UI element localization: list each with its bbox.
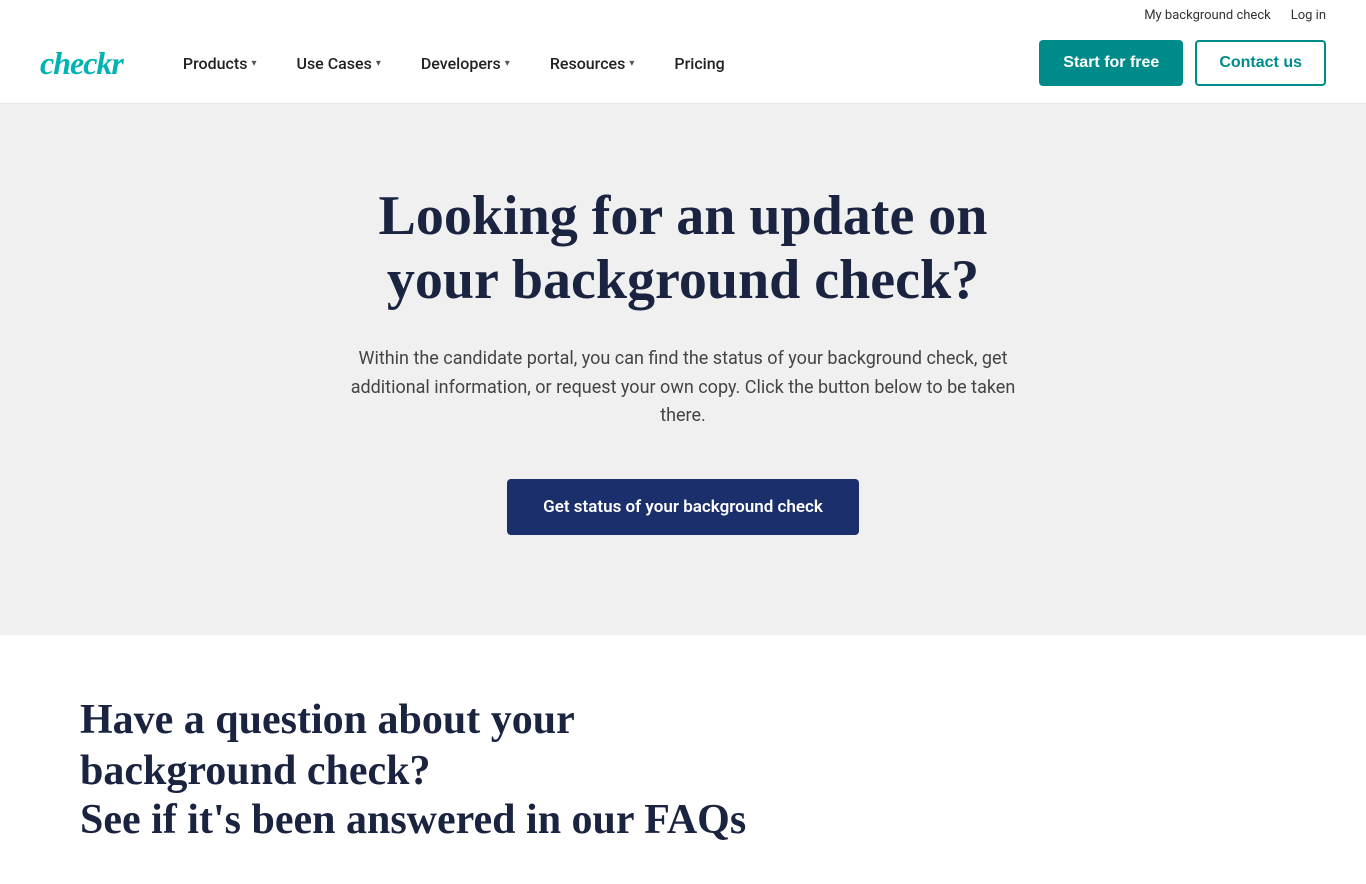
header-actions: Start for free Contact us bbox=[1039, 40, 1326, 86]
contact-us-button[interactable]: Contact us bbox=[1195, 40, 1326, 86]
resources-nav[interactable]: Resources ▾ bbox=[550, 54, 635, 73]
header-main: checkr Products ▾ Use Cases ▾ Developers… bbox=[0, 23, 1366, 103]
site-header: My background check Log in checkr Produc… bbox=[0, 0, 1366, 104]
main-nav: Products ▾ Use Cases ▾ Developers ▾ Reso… bbox=[183, 54, 1039, 73]
products-nav[interactable]: Products ▾ bbox=[183, 54, 257, 73]
logo[interactable]: checkr bbox=[40, 45, 123, 82]
login-link[interactable]: Log in bbox=[1291, 8, 1326, 23]
hero-title: Looking for an update on your background… bbox=[323, 184, 1043, 313]
hero-section: Looking for an update on your background… bbox=[0, 104, 1366, 635]
developers-nav[interactable]: Developers ▾ bbox=[421, 54, 510, 73]
chevron-down-icon: ▾ bbox=[376, 58, 381, 69]
use-cases-nav[interactable]: Use Cases ▾ bbox=[296, 54, 380, 73]
hero-description: Within the candidate portal, you can fin… bbox=[343, 345, 1023, 431]
chevron-down-icon: ▾ bbox=[629, 58, 634, 69]
my-background-check-link[interactable]: My background check bbox=[1144, 8, 1271, 23]
get-status-button[interactable]: Get status of your background check bbox=[507, 479, 859, 535]
faq-subtitle: See if it's been answered in our FAQs bbox=[80, 796, 1286, 844]
chevron-down-icon: ▾ bbox=[251, 58, 256, 69]
start-for-free-button[interactable]: Start for free bbox=[1039, 40, 1183, 86]
chevron-down-icon: ▾ bbox=[505, 58, 510, 69]
faq-section: Have a question about your background ch… bbox=[0, 635, 1366, 884]
pricing-nav[interactable]: Pricing bbox=[674, 54, 724, 73]
faq-title: Have a question about your background ch… bbox=[80, 695, 780, 796]
header-top-bar: My background check Log in bbox=[0, 0, 1366, 23]
